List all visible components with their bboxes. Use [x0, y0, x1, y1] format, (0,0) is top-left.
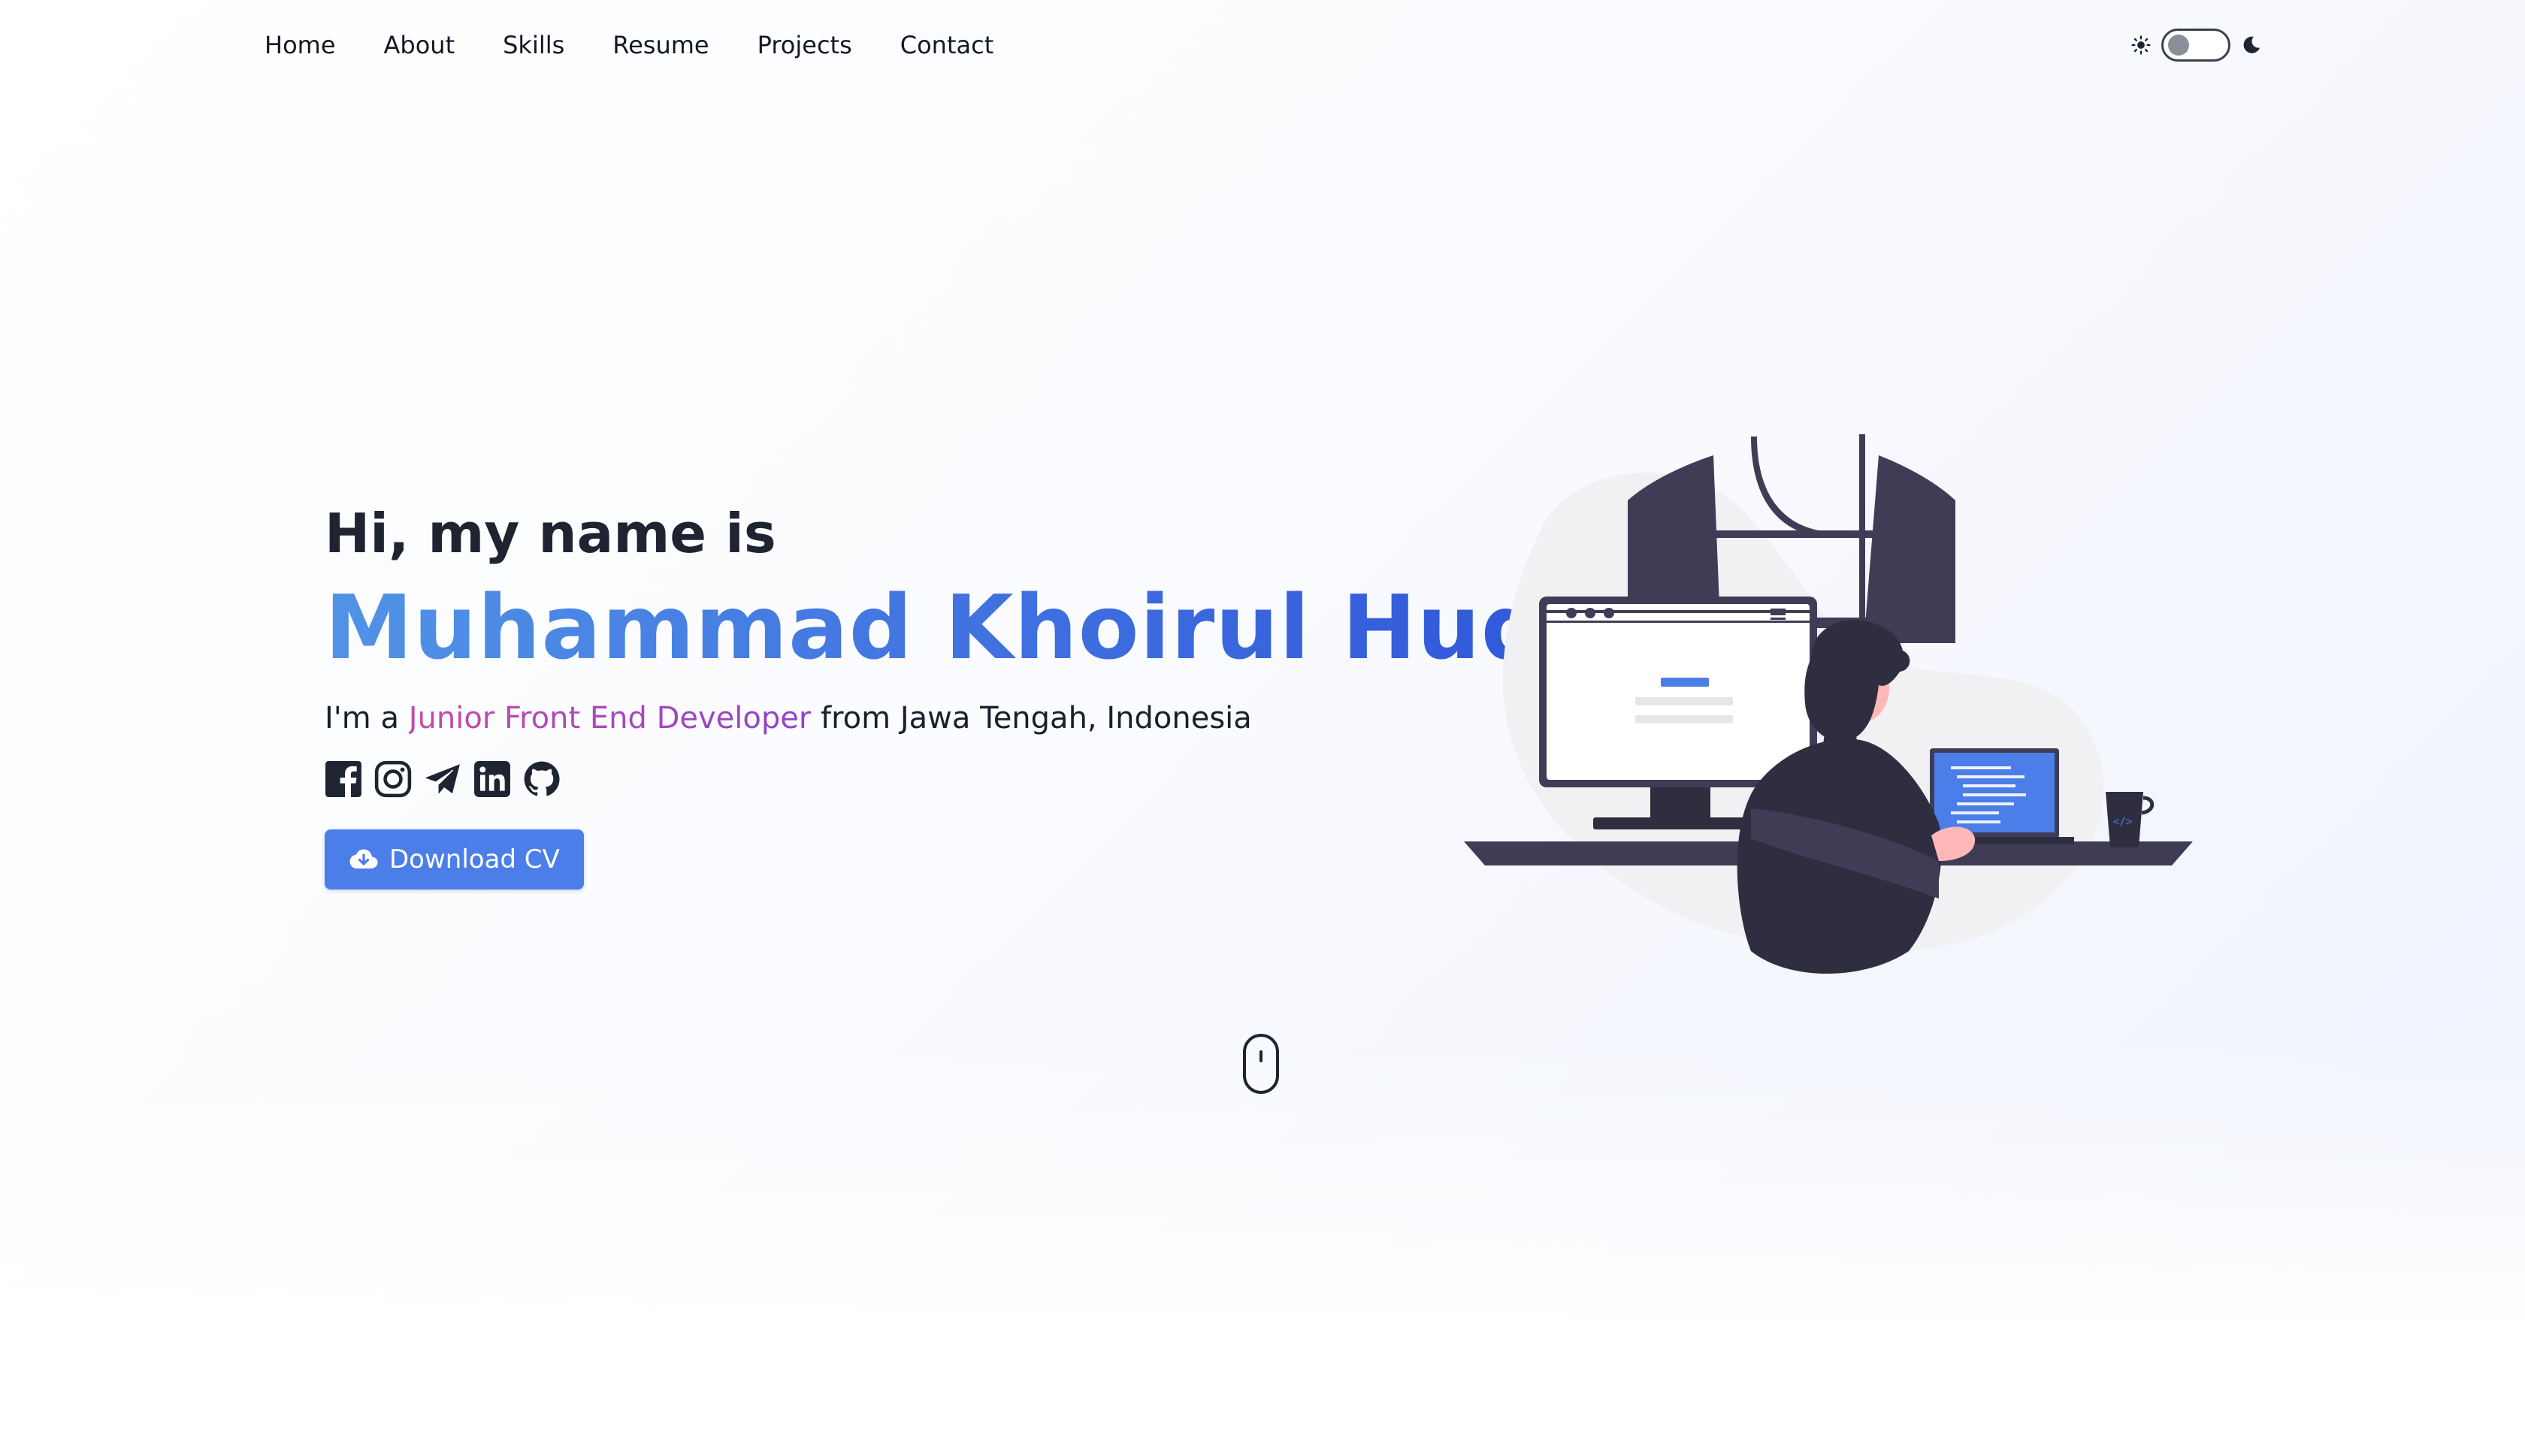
window-mullion-vertical: [1859, 434, 1865, 645]
tagline: I'm a Junior Front End Developer from Ja…: [325, 697, 1606, 739]
download-cv-button[interactable]: Download CV: [325, 829, 584, 890]
instagram-icon: [374, 760, 412, 798]
screen-accent-bar: [1661, 678, 1709, 687]
social-links: [325, 760, 1606, 798]
sun-icon: [2131, 35, 2151, 55]
window-curtain-arc: [1751, 436, 1864, 536]
dark-mode-switch[interactable]: [2161, 29, 2230, 62]
window-crossbar: [1713, 530, 1879, 538]
name-heading: Muhammad Khoirul Huda: [325, 575, 1606, 679]
role-text: Junior Front End Developer: [408, 701, 812, 736]
nav-skills-link[interactable]: Skills: [503, 27, 564, 63]
github-icon: [524, 761, 560, 796]
main-nav: Home About Skills Resume Projects Contac…: [265, 27, 1042, 63]
linkedin-link[interactable]: [473, 760, 511, 798]
github-link[interactable]: [523, 760, 561, 798]
telegram-link[interactable]: [424, 760, 461, 798]
hero-section: Hi, my name is Muhammad Khoirul Huda I'm…: [325, 496, 1606, 890]
nav-contact-link[interactable]: Contact: [900, 27, 994, 63]
dark-mode-switch-knob: [2168, 35, 2189, 56]
download-cv-label: Download CV: [389, 844, 560, 875]
monitor-screen: [1547, 604, 1810, 780]
telegram-icon: [425, 764, 460, 794]
tagline-prefix: I'm a: [325, 701, 409, 736]
nav-projects-link[interactable]: Projects: [758, 27, 852, 63]
moon-icon: [2243, 36, 2260, 53]
background-fade: [0, 1035, 2525, 1456]
facebook-link[interactable]: [325, 760, 362, 798]
nav-home-link[interactable]: Home: [265, 27, 336, 63]
theme-toggle: [2131, 27, 2262, 63]
window-frame-right: [1864, 455, 1955, 643]
nav-about-link[interactable]: About: [384, 27, 455, 63]
cloud-download-icon: [349, 849, 378, 868]
mouse-scroll-icon[interactable]: [1243, 1034, 1279, 1094]
instagram-link[interactable]: [374, 760, 412, 798]
facebook-icon: [325, 761, 361, 798]
mouse-scroll-wheel: [1259, 1050, 1262, 1062]
tagline-suffix: from Jawa Tengah, Indonesia: [811, 701, 1252, 736]
linkedin-icon: [474, 761, 510, 797]
developer-illustration: </>: [1464, 434, 2193, 974]
greeting-heading: Hi, my name is: [325, 502, 776, 565]
svg-text:</>: </>: [2113, 816, 2132, 828]
nav-resume-link[interactable]: Resume: [612, 27, 709, 63]
